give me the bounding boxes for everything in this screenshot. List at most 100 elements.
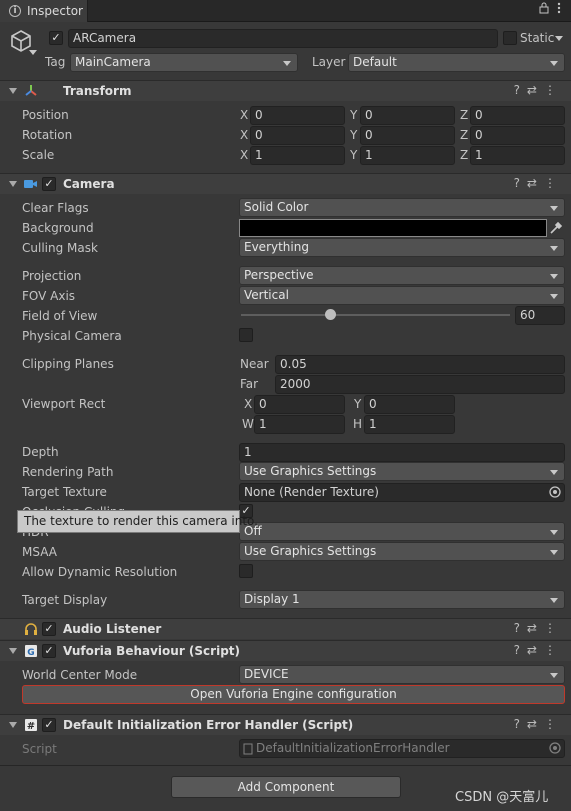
culling-mask-label: Culling Mask (22, 241, 98, 255)
rotation-y-field[interactable]: 0 (360, 126, 455, 145)
world-center-mode-dropdown[interactable]: DEVICE (239, 665, 565, 684)
rendering-path-label: Rendering Path (22, 465, 114, 479)
rotation-label: Rotation (22, 128, 73, 142)
projection-dropdown[interactable]: Perspective (239, 266, 565, 285)
background-label: Background (22, 221, 94, 235)
position-y-field[interactable]: 0 (360, 106, 455, 125)
fov-axis-dropdown[interactable]: Vertical (239, 286, 565, 305)
fov-label: Field of View (22, 309, 98, 323)
fov-value-field[interactable]: 60 (515, 306, 565, 325)
component-header-icons[interactable]: ?⇄⋮ (514, 643, 563, 657)
svg-text:#: # (27, 721, 35, 732)
world-center-mode-label: World Center Mode (22, 668, 138, 682)
scale-x-field[interactable]: 1 (250, 146, 345, 165)
error-handler-header[interactable]: # ✓ Default Initialization Error Handler… (0, 714, 571, 735)
vp-y-label: Y (354, 397, 362, 411)
chevron-down-icon[interactable] (29, 50, 37, 56)
static-dropdown-icon[interactable] (555, 36, 563, 42)
tab-inspector[interactable]: i Inspector (0, 0, 88, 22)
msaa-dropdown[interactable]: Use Graphics Settings (239, 542, 565, 561)
position-x-field[interactable]: 0 (250, 106, 345, 125)
camera-icon (24, 180, 37, 188)
depth-label: Depth (22, 445, 59, 459)
foldout-arrow-icon[interactable] (9, 181, 17, 187)
fov-slider-track[interactable] (241, 314, 510, 316)
open-vuforia-config-button[interactable]: Open Vuforia Engine configuration (22, 685, 565, 704)
error-handler-enabled-checkbox[interactable]: ✓ (42, 718, 56, 732)
viewport-y-field[interactable]: 0 (364, 395, 455, 414)
axis-z-label: Z (460, 148, 469, 162)
vp-x-label: X (244, 397, 253, 411)
tab-bar: i Inspector (0, 0, 571, 22)
object-picker-icon[interactable] (549, 486, 561, 498)
scale-y-field[interactable]: 1 (360, 146, 455, 165)
near-field[interactable]: 0.05 (275, 355, 565, 374)
gameobject-active-checkbox[interactable]: ✓ (49, 31, 63, 45)
layer-dropdown[interactable]: Default (348, 53, 565, 72)
audio-listener-enabled-checkbox[interactable]: ✓ (42, 622, 56, 636)
physical-camera-checkbox[interactable] (239, 328, 253, 342)
background-color-swatch[interactable] (239, 219, 547, 237)
static-checkbox[interactable] (503, 31, 517, 45)
axis-x-label: X (240, 128, 249, 142)
viewport-w-field[interactable]: 1 (254, 415, 345, 434)
dynamic-resolution-checkbox[interactable] (239, 564, 253, 578)
transform-title: Transform (63, 84, 132, 98)
script-label: Script (22, 742, 57, 756)
add-component-button[interactable]: Add Component (171, 776, 401, 798)
rendering-path-dropdown[interactable]: Use Graphics Settings (239, 462, 565, 481)
audio-listener-header[interactable]: ✓ Audio Listener ?⇄⋮ (0, 618, 571, 639)
culling-mask-dropdown[interactable]: Everything (239, 238, 565, 257)
component-header-icons[interactable]: ?⇄⋮ (514, 176, 563, 190)
foldout-arrow-icon[interactable] (9, 88, 17, 94)
scale-z-field[interactable]: 1 (470, 146, 565, 165)
hdr-dropdown[interactable]: Off (239, 522, 565, 541)
csharp-script-icon: # (25, 719, 37, 732)
position-z-field[interactable]: 0 (470, 106, 565, 125)
far-field[interactable]: 2000 (275, 375, 565, 394)
projection-label: Projection (22, 269, 82, 283)
vuforia-enabled-checkbox[interactable]: ✓ (42, 644, 56, 658)
tag-dropdown[interactable]: MainCamera (70, 53, 298, 72)
axis-z-label: Z (460, 108, 469, 122)
axis-x-label: X (240, 108, 249, 122)
depth-field[interactable]: 1 (239, 443, 565, 462)
camera-enabled-checkbox[interactable]: ✓ (42, 177, 56, 191)
vuforia-title: Vuforia Behaviour (Script) (63, 644, 240, 658)
component-header-icons[interactable]: ?⇄⋮ (514, 83, 563, 97)
inspector-window: i Inspector ✓ ARCamera Static Tag MainCa… (0, 0, 571, 811)
component-header-icons[interactable]: ?⇄⋮ (514, 717, 563, 731)
position-label: Position (22, 108, 69, 122)
target-display-label: Target Display (22, 593, 108, 607)
audio-listener-title: Audio Listener (63, 622, 162, 636)
vp-w-label: W (242, 417, 254, 431)
viewport-x-field[interactable]: 0 (254, 395, 345, 414)
rotation-z-field[interactable]: 0 (470, 126, 565, 145)
fov-slider-thumb[interactable] (324, 309, 336, 320)
component-header-icons[interactable]: ?⇄⋮ (514, 621, 563, 635)
axis-x-label: X (240, 148, 249, 162)
viewport-rect-label: Viewport Rect (22, 397, 106, 411)
target-display-dropdown[interactable]: Display 1 (239, 590, 565, 609)
divider (0, 765, 571, 766)
clear-flags-dropdown[interactable]: Solid Color (239, 198, 565, 217)
physical-camera-label: Physical Camera (22, 329, 122, 343)
rotation-x-field[interactable]: 0 (250, 126, 345, 145)
foldout-arrow-icon[interactable] (9, 722, 17, 728)
target-texture-field[interactable]: None (Render Texture) (239, 483, 565, 502)
camera-title: Camera (63, 177, 115, 191)
foldout-arrow-icon[interactable] (9, 648, 17, 654)
more-vert-icon[interactable] (557, 2, 561, 14)
camera-header[interactable]: ✓ Camera ?⇄⋮ (0, 173, 571, 194)
info-icon: i (9, 5, 21, 17)
viewport-h-field[interactable]: 1 (364, 415, 455, 434)
eyedropper-icon[interactable] (548, 220, 564, 236)
transform-header[interactable]: Transform ?⇄⋮ (0, 80, 571, 101)
lock-icon[interactable] (539, 2, 549, 14)
lock-menu-icons[interactable] (539, 2, 561, 17)
gameobject-name-field[interactable]: ARCamera (68, 29, 498, 48)
dynamic-resolution-label: Allow Dynamic Resolution (22, 565, 178, 579)
layer-label: Layer (312, 55, 346, 69)
axis-y-label: Y (350, 148, 358, 162)
vuforia-header[interactable]: G ✓ Vuforia Behaviour (Script) ?⇄⋮ (0, 640, 571, 661)
